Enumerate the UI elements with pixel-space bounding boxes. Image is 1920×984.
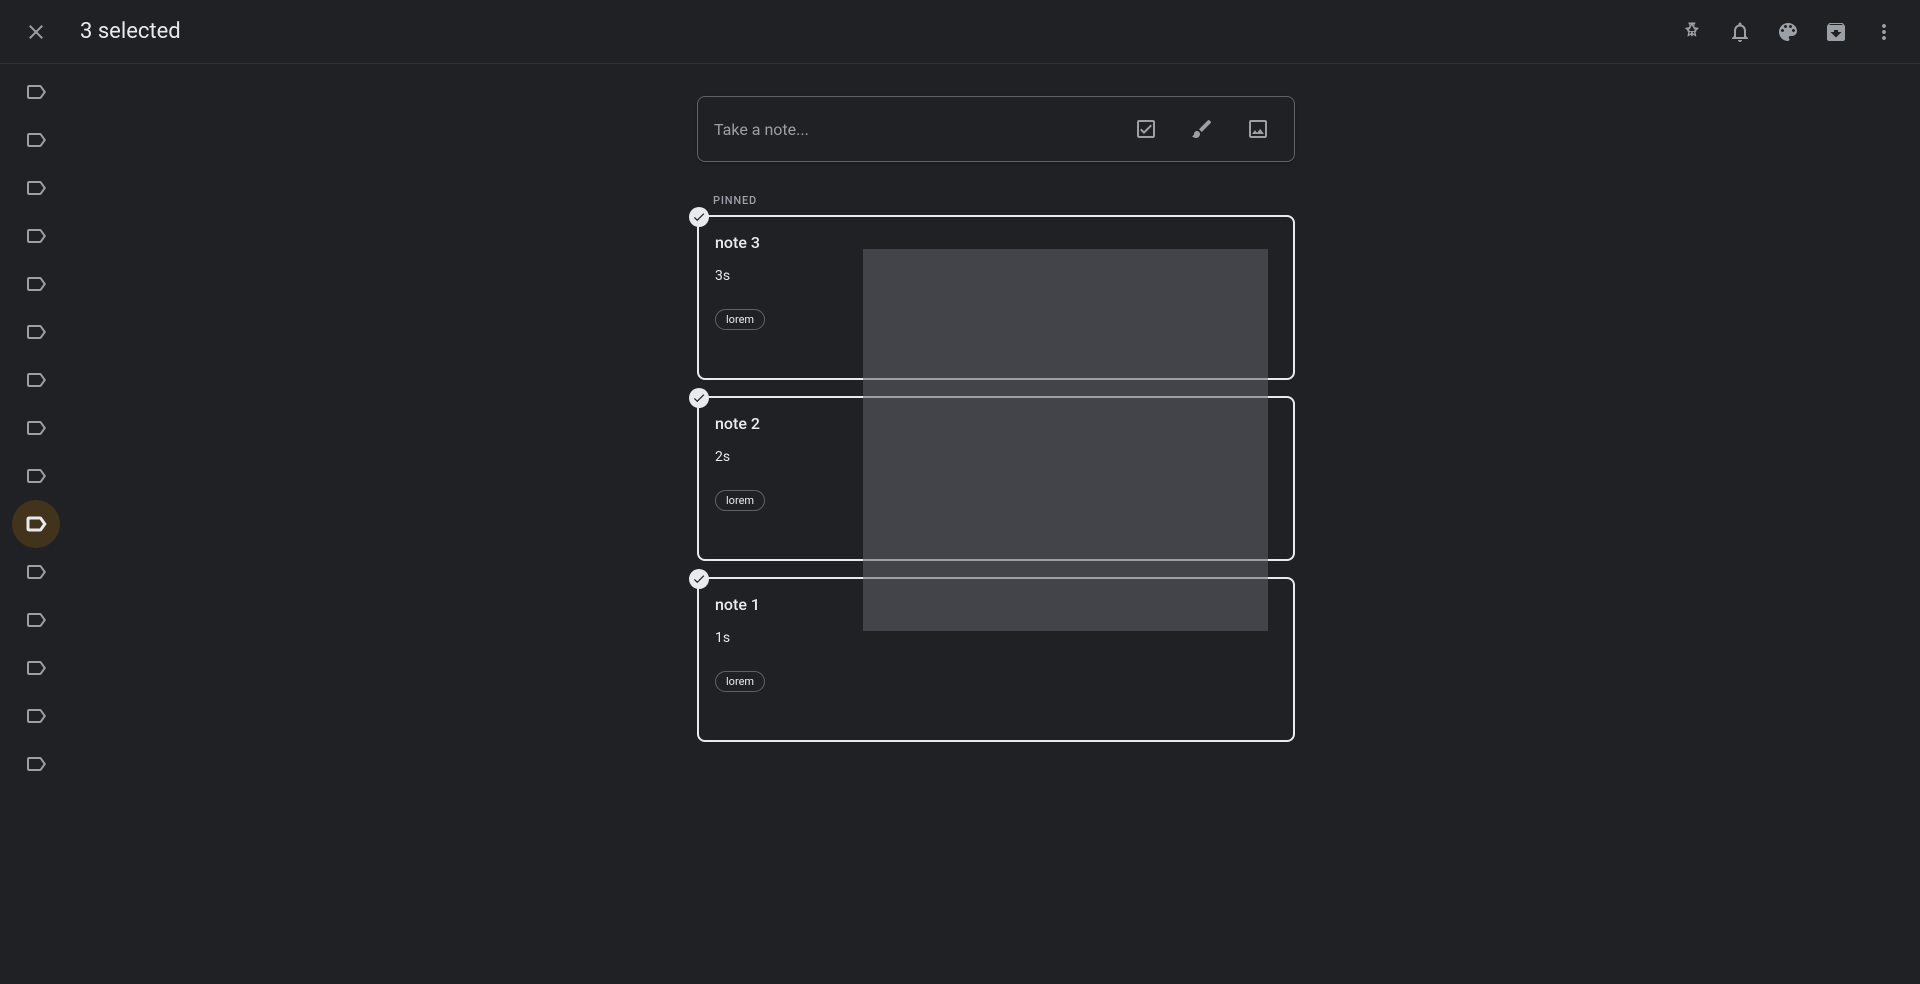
new-drawing-button[interactable] xyxy=(1182,109,1222,149)
sidebar-label-item[interactable] xyxy=(12,740,60,788)
sidebar-label-item[interactable] xyxy=(12,212,60,260)
image-icon xyxy=(1246,117,1270,141)
label-icon xyxy=(24,80,48,104)
note-label-chip[interactable]: lorem xyxy=(715,490,765,511)
main-content: Take a note... PINNED note 3 3s lorem no… xyxy=(72,64,1920,984)
check-icon xyxy=(692,210,706,224)
note-title: note 3 xyxy=(715,233,1277,252)
check-icon xyxy=(692,572,706,586)
close-selection-button[interactable] xyxy=(16,12,56,52)
note-title: note 2 xyxy=(715,414,1277,433)
note-body: 2s xyxy=(715,449,1277,465)
bell-icon xyxy=(1728,20,1752,44)
sidebar-label-item[interactable] xyxy=(12,164,60,212)
check-icon xyxy=(692,391,706,405)
label-icon xyxy=(24,560,48,584)
label-icon xyxy=(24,224,48,248)
sidebar-label-item[interactable] xyxy=(12,356,60,404)
label-icon xyxy=(24,272,48,296)
more-vert-icon xyxy=(1872,20,1896,44)
note-select-check[interactable] xyxy=(689,569,709,589)
label-icon xyxy=(24,656,48,680)
take-note-placeholder: Take a note... xyxy=(714,120,1126,139)
new-image-button[interactable] xyxy=(1238,109,1278,149)
note-label-chip[interactable]: lorem xyxy=(715,671,765,692)
note-select-check[interactable] xyxy=(689,388,709,408)
sidebar-label-item[interactable] xyxy=(12,308,60,356)
label-icon xyxy=(24,608,48,632)
brush-icon xyxy=(1190,117,1214,141)
label-icon xyxy=(24,464,48,488)
label-icon xyxy=(24,128,48,152)
more-button[interactable] xyxy=(1864,12,1904,52)
sidebar-label-item[interactable] xyxy=(12,596,60,644)
pinned-section-label: PINNED xyxy=(697,194,1295,207)
sidebar-label-item[interactable] xyxy=(12,260,60,308)
note-body: 3s xyxy=(715,268,1277,284)
label-icon xyxy=(24,368,48,392)
selection-toolbar: 3 selected xyxy=(0,0,1920,64)
sidebar-label-item[interactable] xyxy=(12,644,60,692)
sidebar xyxy=(0,64,72,984)
sidebar-label-item-active[interactable] xyxy=(12,500,60,548)
note-label-chip[interactable]: lorem xyxy=(715,309,765,330)
note-card[interactable]: note 3 3s lorem xyxy=(697,215,1295,380)
archive-icon xyxy=(1824,20,1848,44)
pin-button[interactable] xyxy=(1672,12,1712,52)
label-icon xyxy=(24,320,48,344)
sidebar-label-item[interactable] xyxy=(12,404,60,452)
new-list-button[interactable] xyxy=(1126,109,1166,149)
sidebar-label-item[interactable] xyxy=(12,692,60,740)
note-card[interactable]: note 2 2s lorem xyxy=(697,396,1295,561)
compose-actions xyxy=(1126,109,1278,149)
sidebar-label-item[interactable] xyxy=(12,116,60,164)
label-icon xyxy=(24,416,48,440)
label-icon xyxy=(24,752,48,776)
sidebar-label-item[interactable] xyxy=(12,548,60,596)
sidebar-label-item[interactable] xyxy=(12,452,60,500)
label-icon xyxy=(24,512,48,536)
note-select-check[interactable] xyxy=(689,207,709,227)
toolbar-actions xyxy=(1672,12,1904,52)
label-icon xyxy=(24,176,48,200)
reminder-button[interactable] xyxy=(1720,12,1760,52)
checkbox-icon xyxy=(1134,117,1158,141)
color-button[interactable] xyxy=(1768,12,1808,52)
archive-button[interactable] xyxy=(1816,12,1856,52)
take-note-input[interactable]: Take a note... xyxy=(697,96,1295,162)
note-card[interactable]: note 1 1s lorem xyxy=(697,577,1295,742)
selection-count-text: 3 selected xyxy=(80,19,1672,44)
note-title: note 1 xyxy=(715,595,1277,614)
note-body: 1s xyxy=(715,630,1277,646)
label-icon xyxy=(24,704,48,728)
palette-icon xyxy=(1776,20,1800,44)
close-icon xyxy=(24,20,48,44)
sidebar-label-item[interactable] xyxy=(12,68,60,116)
pin-icon xyxy=(1680,20,1704,44)
